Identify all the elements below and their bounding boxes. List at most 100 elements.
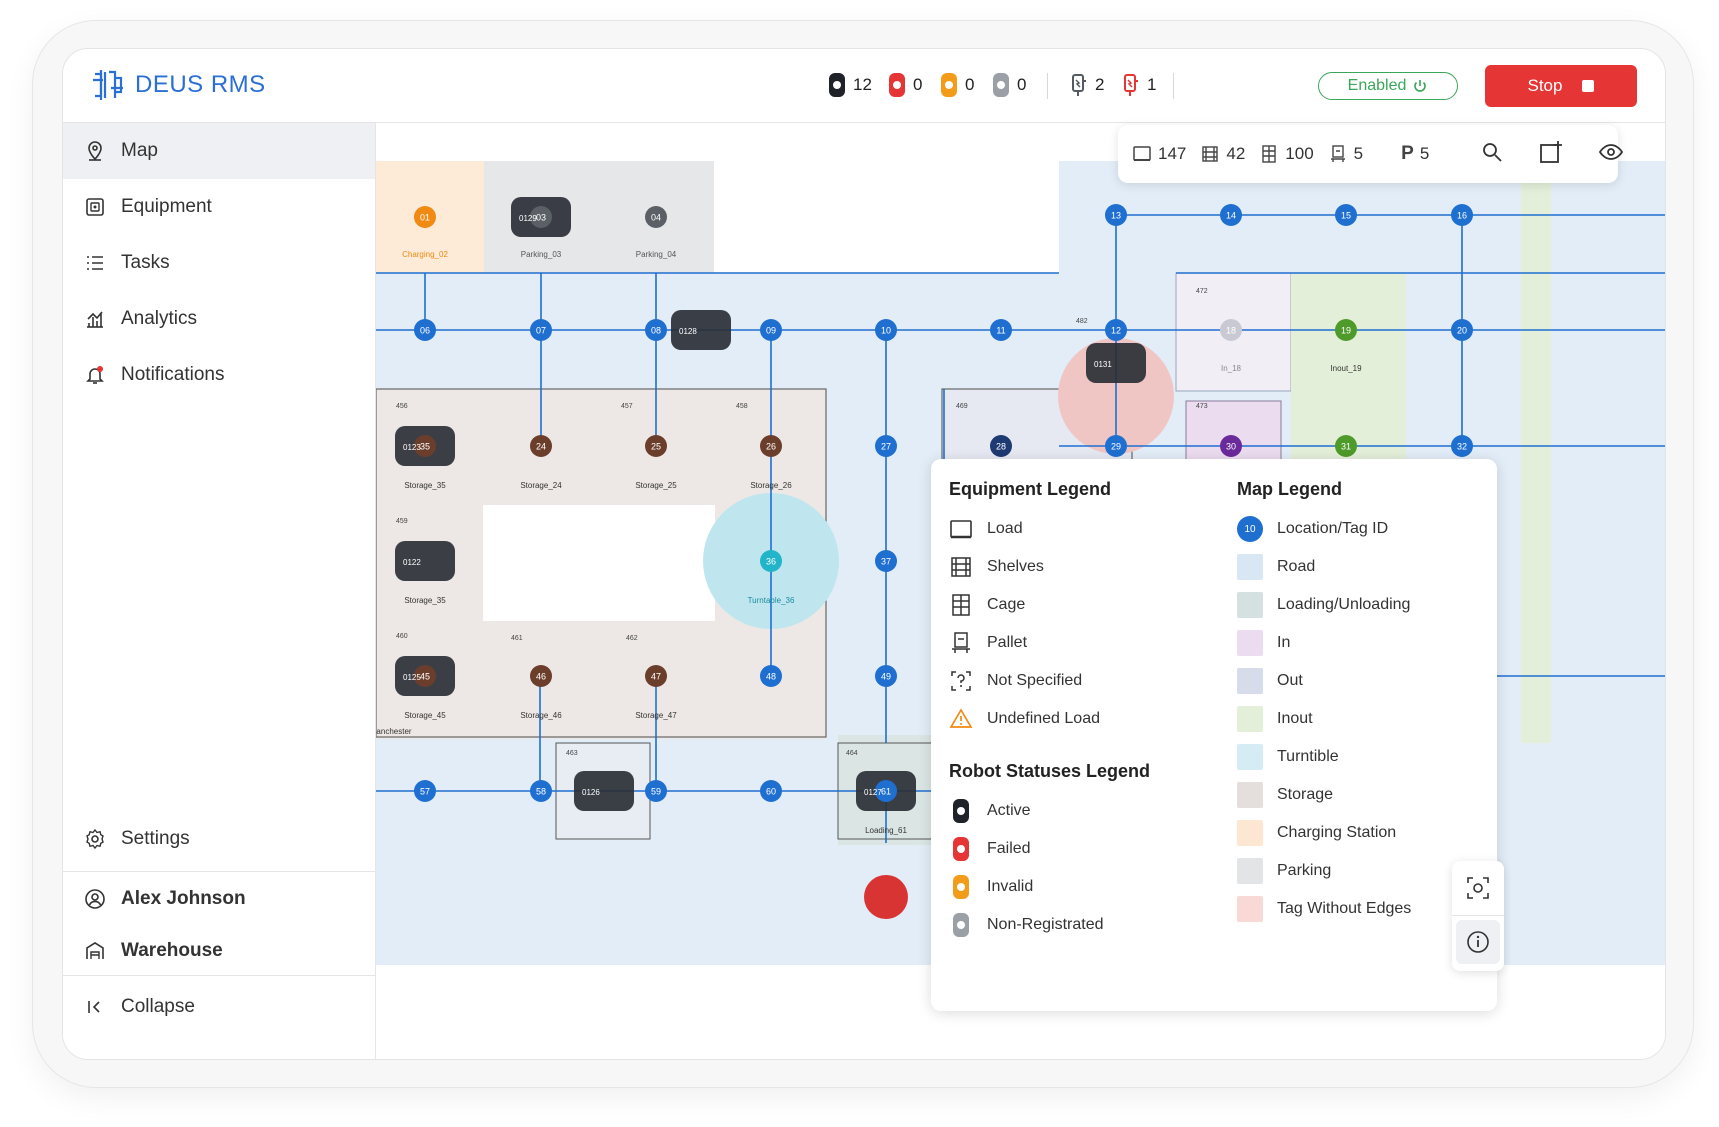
legend-color-swatch [1237,858,1263,884]
zone-label: anchester [376,727,411,736]
collapse-button[interactable]: Collapse [63,979,375,1035]
zone-label: Storage_25 [635,481,677,490]
pallet-count: 5 [1353,144,1364,163]
legend-label: Inout [1277,710,1313,727]
legend-row-pallet: Pallet [949,630,1027,656]
sidebar-item-analytics[interactable]: Analytics [63,291,375,347]
load-count-stat[interactable]: 147 [1132,144,1186,164]
shelves-count-stat[interactable]: 42 [1200,144,1245,164]
legend-color-swatch [1237,706,1263,732]
zone-label: Storage_35 [404,481,446,490]
search-icon[interactable] [1481,141,1503,168]
robot-id: 0125 [403,673,421,682]
legend-label: Pallet [987,634,1028,651]
shelf-id: 473 [1196,403,1208,410]
enabled-toggle[interactable]: Enabled [1318,72,1458,100]
cage-count-stat[interactable]: 100 [1259,144,1314,164]
sidebar-item-notifications[interactable]: Notifications [63,347,375,403]
map-node-label: 29 [1111,442,1121,452]
robot-id: 0128 [679,327,697,336]
load-icon [1133,146,1151,161]
shelves-icon [1202,146,1219,162]
info-button[interactable] [1456,920,1500,964]
map-legend-row: In [1237,630,1290,656]
map-node-label: 08 [651,326,661,336]
charger-icon [1072,74,1086,96]
sidebar-divider [63,975,375,976]
warning-icon [949,707,973,731]
legend-label: Failed [987,840,1031,857]
map-node-label: 16 [1457,211,1467,221]
legend-label: Load [987,520,1023,537]
eye-icon[interactable] [1599,140,1624,169]
non-registrated-robots-stat: 0 [993,73,1026,97]
invalid-count: 0 [965,75,975,94]
map-node-label: 31 [1341,442,1351,452]
non-registrated-count: 0 [1017,75,1027,94]
map-node-label: 32 [1457,442,1467,452]
legend-label: Cage [987,596,1026,613]
map-node-label: 58 [536,787,546,797]
invalid-robots-stat: 0 [941,73,974,97]
sidebar-item-label: Notifications [121,364,225,385]
legend-label: Charging Station [1277,824,1397,841]
legend-color-swatch [1237,782,1263,808]
legend-label: Tag Without Edges [1277,900,1412,917]
load-count: 147 [1158,144,1187,163]
map-legend-row: Inout [1237,706,1313,732]
warehouse-selector[interactable]: Warehouse [63,923,375,979]
robot-id: 0127 [864,788,882,797]
power-icon [1414,80,1427,92]
top-bar: DEUS RMS 12 0 0 0 2 1 Enabled Stop [63,49,1665,123]
shelf-id: 469 [956,403,968,410]
robot-legend-title: Robot Statuses Legend [949,761,1151,781]
legend-row-non-registrated: Non-Registrated [949,912,1104,938]
info-icon [1467,931,1489,953]
zone-label: Storage_24 [520,481,562,490]
map-node-label: 04 [651,213,661,223]
map-node-label: 13 [1111,211,1121,221]
sidebar-item-equipment[interactable]: Equipment [63,179,375,235]
legend-color-swatch [1237,896,1263,922]
zone-label: Parking_03 [521,250,562,259]
invalid-robot-icon [949,875,973,899]
sidebar-item-label: Map [121,140,158,161]
map-node-label: 36 [766,557,776,567]
map-node-label: 48 [766,672,776,682]
charger-count: 2 [1095,75,1105,94]
parking-count-stat[interactable]: P 5 [1401,143,1429,165]
stop-button[interactable]: Stop [1485,65,1637,107]
legend-label: Non-Registrated [987,916,1104,933]
shelves-icon [949,555,973,579]
legend-row-shelves: Shelves [949,554,1044,580]
sidebar-item-settings[interactable]: Settings [63,811,375,867]
non-registrated-robot-icon [993,73,1009,97]
failed-robots-stat: 0 [889,73,922,97]
user-profile[interactable]: Alex Johnson [63,871,375,927]
zone-label: Storage_35 [404,596,446,605]
zone-label: Storage_46 [520,711,562,720]
app-logo[interactable]: DEUS RMS [89,66,266,104]
charger-error-icon [1124,74,1138,96]
shelves-count: 42 [1226,144,1246,163]
map-legend-row: Out [1237,668,1303,694]
add-zone-icon[interactable] [1539,140,1563,169]
map-node-label: 59 [651,787,661,797]
zone-label: Storage_45 [404,711,446,720]
app-window: DEUS RMS 12 0 0 0 2 1 Enabled Stop Map E… [62,48,1666,1060]
legend-row-failed: Failed [949,836,1031,862]
sidebar-item-map[interactable]: Map [63,123,375,179]
failed-robot-marker[interactable] [864,875,908,919]
focus-icon[interactable] [1465,875,1491,906]
map-legend-row: Turntible [1237,744,1339,770]
robot-id: 0129 [519,214,537,223]
robot-id: 0123 [403,443,421,452]
shelf-id: 459 [396,518,408,525]
charger-error-count: 1 [1147,75,1157,94]
failed-robot-icon [889,73,905,97]
list-icon [83,251,107,275]
zone-label: Storage_47 [635,711,677,720]
map-node-label: 18 [1226,326,1236,336]
pallet-count-stat[interactable]: 5 [1328,144,1363,164]
sidebar-item-tasks[interactable]: Tasks [63,235,375,291]
